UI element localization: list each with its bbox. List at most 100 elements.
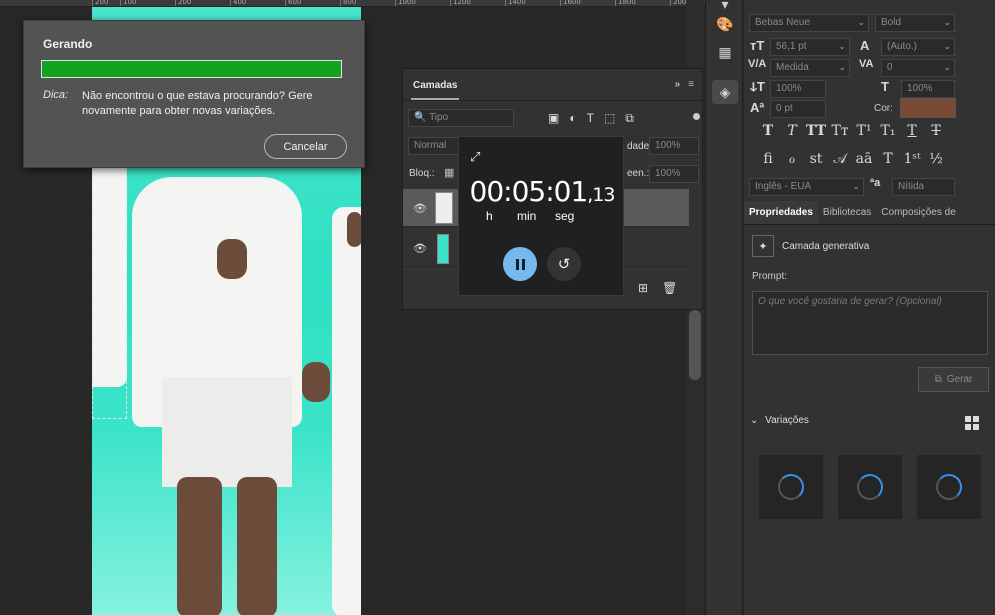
cancel-button[interactable]: Cancelar (264, 134, 347, 159)
small-caps-button[interactable]: Tт (828, 123, 852, 139)
grid-table-icon[interactable]: ▦ (712, 40, 738, 64)
ruler-label: 400 (233, 0, 247, 6)
fractions-button[interactable]: ½ (924, 151, 948, 167)
layers-footer: ⊞ 🗑 (638, 281, 677, 295)
tip-label: Dica: (43, 89, 69, 101)
all-caps-button[interactable]: TT (804, 123, 828, 139)
tracking-icon: VA (859, 58, 874, 70)
variation-tile[interactable] (838, 455, 902, 519)
superscript-button[interactable]: T¹ (852, 123, 876, 139)
ruler-label: 1800 (618, 0, 636, 6)
swash-button[interactable]: 𝒜 (828, 151, 852, 167)
subscript-button[interactable]: T₁ (876, 123, 900, 139)
horizontal-scale-field[interactable]: 100% (901, 80, 955, 98)
variation-tile[interactable] (759, 455, 823, 519)
underline-button[interactable]: T (900, 123, 924, 139)
fill-label: een.: (627, 168, 650, 179)
faux-italic-button[interactable]: T (780, 123, 804, 139)
lock-transparent-icon[interactable]: ▦ (444, 166, 454, 179)
scrollbar-thumb[interactable] (689, 310, 701, 380)
opacity-value: 100% (655, 140, 681, 151)
color-swatch-fill (901, 99, 955, 117)
font-family-select[interactable]: Bebas Neue ⌄ (749, 14, 869, 32)
loading-spinner-icon (857, 474, 883, 500)
prompt-input[interactable]: O que você gostaria de gerar? (Opcional) (752, 291, 988, 355)
trash-icon[interactable]: 🗑 (662, 281, 677, 295)
layers-icon[interactable]: ◈ (712, 80, 738, 104)
baseline-shift-field[interactable]: 0 pt (770, 100, 826, 118)
unit-hours: h (486, 209, 493, 223)
language-select[interactable]: Inglês - EUA ⌄ (749, 178, 864, 196)
shape-filter-icon[interactable]: ⬚ (604, 111, 615, 126)
leading-icon: A (860, 38, 870, 53)
tracking-field[interactable]: 0 ⌄ (881, 59, 955, 77)
lock-label: Bloq.: (409, 168, 435, 179)
leading-field[interactable]: (Auto.) ⌄ (881, 38, 955, 56)
filter-toggle[interactable] (693, 113, 700, 120)
grid-view-icon[interactable] (965, 416, 979, 430)
expand-icon[interactable]: ⤢ (470, 149, 486, 165)
panel-menu-icon[interactable]: ≡ (688, 79, 694, 90)
chevron-down-icon: ⌄ (750, 415, 759, 426)
antialias-value: Nítida (898, 181, 925, 192)
generative-layer-icon: ✦ (752, 235, 774, 257)
color-palette-icon[interactable]: 🎨 (712, 12, 738, 36)
chevron-down-icon: ⌄ (852, 181, 860, 191)
loading-spinner-icon (778, 474, 804, 500)
ligatures-button[interactable]: fi (756, 151, 780, 167)
smart-object-filter-icon[interactable]: ⧉ (625, 111, 634, 126)
font-style-select[interactable]: Bold ⌄ (875, 14, 955, 32)
generate-button[interactable]: ⧉ Gerar (918, 367, 989, 392)
eye-icon[interactable]: 👁 (413, 202, 427, 215)
text-color-swatch[interactable] (900, 98, 956, 118)
ruler-label: 1000 (398, 0, 416, 6)
contextual-alternates-button[interactable]: ℴ (780, 151, 804, 167)
time-main: 00:05:01 (469, 175, 589, 208)
vertical-scale-value: 100% (776, 83, 802, 94)
chevron-down-icon: ⌄ (943, 41, 951, 51)
discretionary-ligatures-button[interactable]: st (804, 151, 828, 167)
variations-header[interactable]: ⌄ Variações (750, 415, 809, 426)
eye-icon[interactable]: 👁 (413, 242, 427, 255)
prompt-placeholder: O que você gostaria de gerar? (Opcional) (758, 296, 942, 307)
generation-progress-bar (41, 60, 342, 78)
layers-tab[interactable]: Camadas (411, 70, 460, 100)
variation-tile[interactable] (917, 455, 981, 519)
leading-value: (Auto.) (887, 41, 918, 52)
generate-label: Gerar (946, 374, 973, 385)
new-layer-icon[interactable]: ⊞ (638, 281, 648, 295)
antialias-select[interactable]: Nítida (892, 178, 955, 196)
collapse-icon[interactable]: » (675, 79, 681, 90)
opentype-buttons: fi ℴ st 𝒜 aā T 1ˢᵗ ½ (756, 151, 948, 167)
antialias-icon: ªa (870, 177, 881, 189)
tracking-value: 0 (887, 62, 893, 73)
unit-minutes: min (517, 209, 537, 223)
fill-field[interactable]: 100% (649, 165, 699, 183)
language-value: Inglês - EUA (755, 181, 812, 192)
layer-filter-select[interactable]: 🔍 Tipo (408, 109, 514, 127)
tab-comps[interactable]: Composições de (876, 201, 960, 224)
prompt-label: Prompt: (752, 271, 788, 282)
pause-button[interactable] (503, 247, 537, 281)
type-filter-icon[interactable]: T (587, 111, 594, 126)
variations-label: Variações (765, 415, 809, 426)
faux-bold-button[interactable]: T (756, 123, 780, 139)
tab-properties[interactable]: Propriedades (744, 201, 818, 224)
stylistic-alternates-button[interactable]: aā (852, 151, 876, 167)
reset-button[interactable]: ↺ (547, 247, 581, 281)
ordinals-button[interactable]: 1ˢᵗ (900, 151, 924, 167)
generating-dialog: Gerando Dica: Não encontrou o que estava… (23, 20, 365, 168)
panel-tabs: Propriedades Bibliotecas Composições de (744, 201, 995, 225)
opacity-field[interactable]: 100% (649, 137, 699, 155)
image-filter-icon[interactable]: ▣ (548, 111, 559, 126)
strikethrough-button[interactable]: T (924, 123, 948, 139)
kerning-field[interactable]: Medida ⌄ (770, 59, 850, 77)
tab-libraries[interactable]: Bibliotecas (818, 201, 876, 224)
chevron-down-icon: ⌄ (857, 17, 865, 27)
titling-alternates-button[interactable]: T (876, 151, 900, 167)
adjustment-filter-icon[interactable]: ◐ (569, 111, 576, 126)
blend-mode-value: Normal (414, 140, 447, 151)
font-size-field[interactable]: 56,1 pt ⌄ (770, 38, 850, 56)
chevron-down-icon: ⌄ (838, 62, 846, 72)
vertical-scale-field[interactable]: 100% (770, 80, 826, 98)
